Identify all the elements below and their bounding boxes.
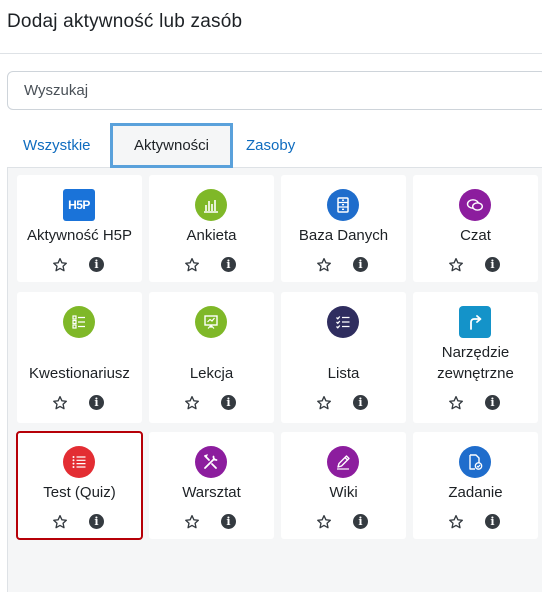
info-icon[interactable]: i xyxy=(221,257,236,272)
activity-label: Czat xyxy=(460,227,491,244)
star-outline-icon[interactable] xyxy=(448,257,464,273)
presentation-board-icon xyxy=(195,306,227,338)
star-outline-icon[interactable] xyxy=(52,257,68,273)
activity-card-survey[interactable]: Ankieta i xyxy=(149,175,274,282)
activity-label: Kwestionariusz xyxy=(29,365,130,382)
activity-label: Aktywność H5P xyxy=(26,227,133,244)
info-icon[interactable]: i xyxy=(353,257,368,272)
quiz-list-icon xyxy=(63,446,95,478)
activity-card-lesson[interactable]: Lekcja i xyxy=(149,292,274,423)
activity-label: Lista xyxy=(327,365,360,382)
activity-label: Narzędzie zewnętrzne xyxy=(437,344,514,382)
activity-card-wiki[interactable]: Wiki i xyxy=(281,432,406,539)
h5p-icon: H5P xyxy=(63,189,95,221)
activity-label: Ankieta xyxy=(186,227,237,244)
activity-label: Warsztat xyxy=(182,484,241,501)
database-icon xyxy=(327,189,359,221)
activity-card-checklist[interactable]: Lista i xyxy=(281,292,406,423)
pencil-icon xyxy=(327,446,359,478)
star-outline-icon[interactable] xyxy=(448,514,464,530)
tab-all[interactable]: Wszystkie xyxy=(23,123,91,168)
star-outline-icon[interactable] xyxy=(316,395,332,411)
tab-bar: Wszystkie Aktywności Zasoby xyxy=(7,123,542,168)
info-icon[interactable]: i xyxy=(353,514,368,529)
info-icon[interactable]: i xyxy=(485,514,500,529)
activity-label: Zadanie xyxy=(448,484,503,501)
star-outline-icon[interactable] xyxy=(184,514,200,530)
info-icon[interactable]: i xyxy=(485,395,500,410)
star-outline-icon[interactable] xyxy=(316,257,332,273)
activity-card-h5p[interactable]: H5P Aktywność H5P i xyxy=(17,175,142,282)
tab-activities[interactable]: Aktywności xyxy=(110,123,233,168)
activity-card-questionnaire[interactable]: Kwestionariusz i xyxy=(17,292,142,423)
tools-icon xyxy=(195,446,227,478)
activity-grid: H5P Aktywność H5P i Ankieta i Baza Danyc… xyxy=(7,168,542,592)
info-icon[interactable]: i xyxy=(89,395,104,410)
star-outline-icon[interactable] xyxy=(448,395,464,411)
tab-resources[interactable]: Zasoby xyxy=(246,123,295,168)
modal-header: Dodaj aktywność lub zasób xyxy=(0,0,542,54)
activity-label: Test (Quiz) xyxy=(43,484,116,501)
activity-card-assignment[interactable]: Zadanie i xyxy=(413,432,538,539)
external-link-arrow-icon xyxy=(459,306,491,338)
search-input[interactable] xyxy=(8,72,542,109)
star-outline-icon[interactable] xyxy=(52,395,68,411)
activity-card-chat[interactable]: Czat i xyxy=(413,175,538,282)
info-icon[interactable]: i xyxy=(221,395,236,410)
checklist-icon xyxy=(327,306,359,338)
activity-label: Wiki xyxy=(329,484,358,501)
activity-card-external-tool[interactable]: Narzędzie zewnętrzne i xyxy=(413,292,538,423)
info-icon[interactable]: i xyxy=(485,257,500,272)
modal-title: Dodaj aktywność lub zasób xyxy=(7,11,243,32)
info-icon[interactable]: i xyxy=(89,514,104,529)
bar-chart-icon xyxy=(195,189,227,221)
star-outline-icon[interactable] xyxy=(316,514,332,530)
search-box[interactable] xyxy=(7,71,542,110)
star-outline-icon[interactable] xyxy=(184,257,200,273)
activity-card-workshop[interactable]: Warsztat i xyxy=(149,432,274,539)
activity-label: Baza Danych xyxy=(298,227,389,244)
assignment-check-icon xyxy=(459,446,491,478)
star-outline-icon[interactable] xyxy=(184,395,200,411)
activity-label: Lekcja xyxy=(189,365,234,382)
info-icon[interactable]: i xyxy=(221,514,236,529)
star-outline-icon[interactable] xyxy=(52,514,68,530)
activity-card-database[interactable]: Baza Danych i xyxy=(281,175,406,282)
activity-card-quiz[interactable]: Test (Quiz) i xyxy=(16,431,143,540)
chat-bubbles-icon xyxy=(459,189,491,221)
info-icon[interactable]: i xyxy=(353,395,368,410)
info-icon[interactable]: i xyxy=(89,257,104,272)
checklist-icon xyxy=(63,306,95,338)
